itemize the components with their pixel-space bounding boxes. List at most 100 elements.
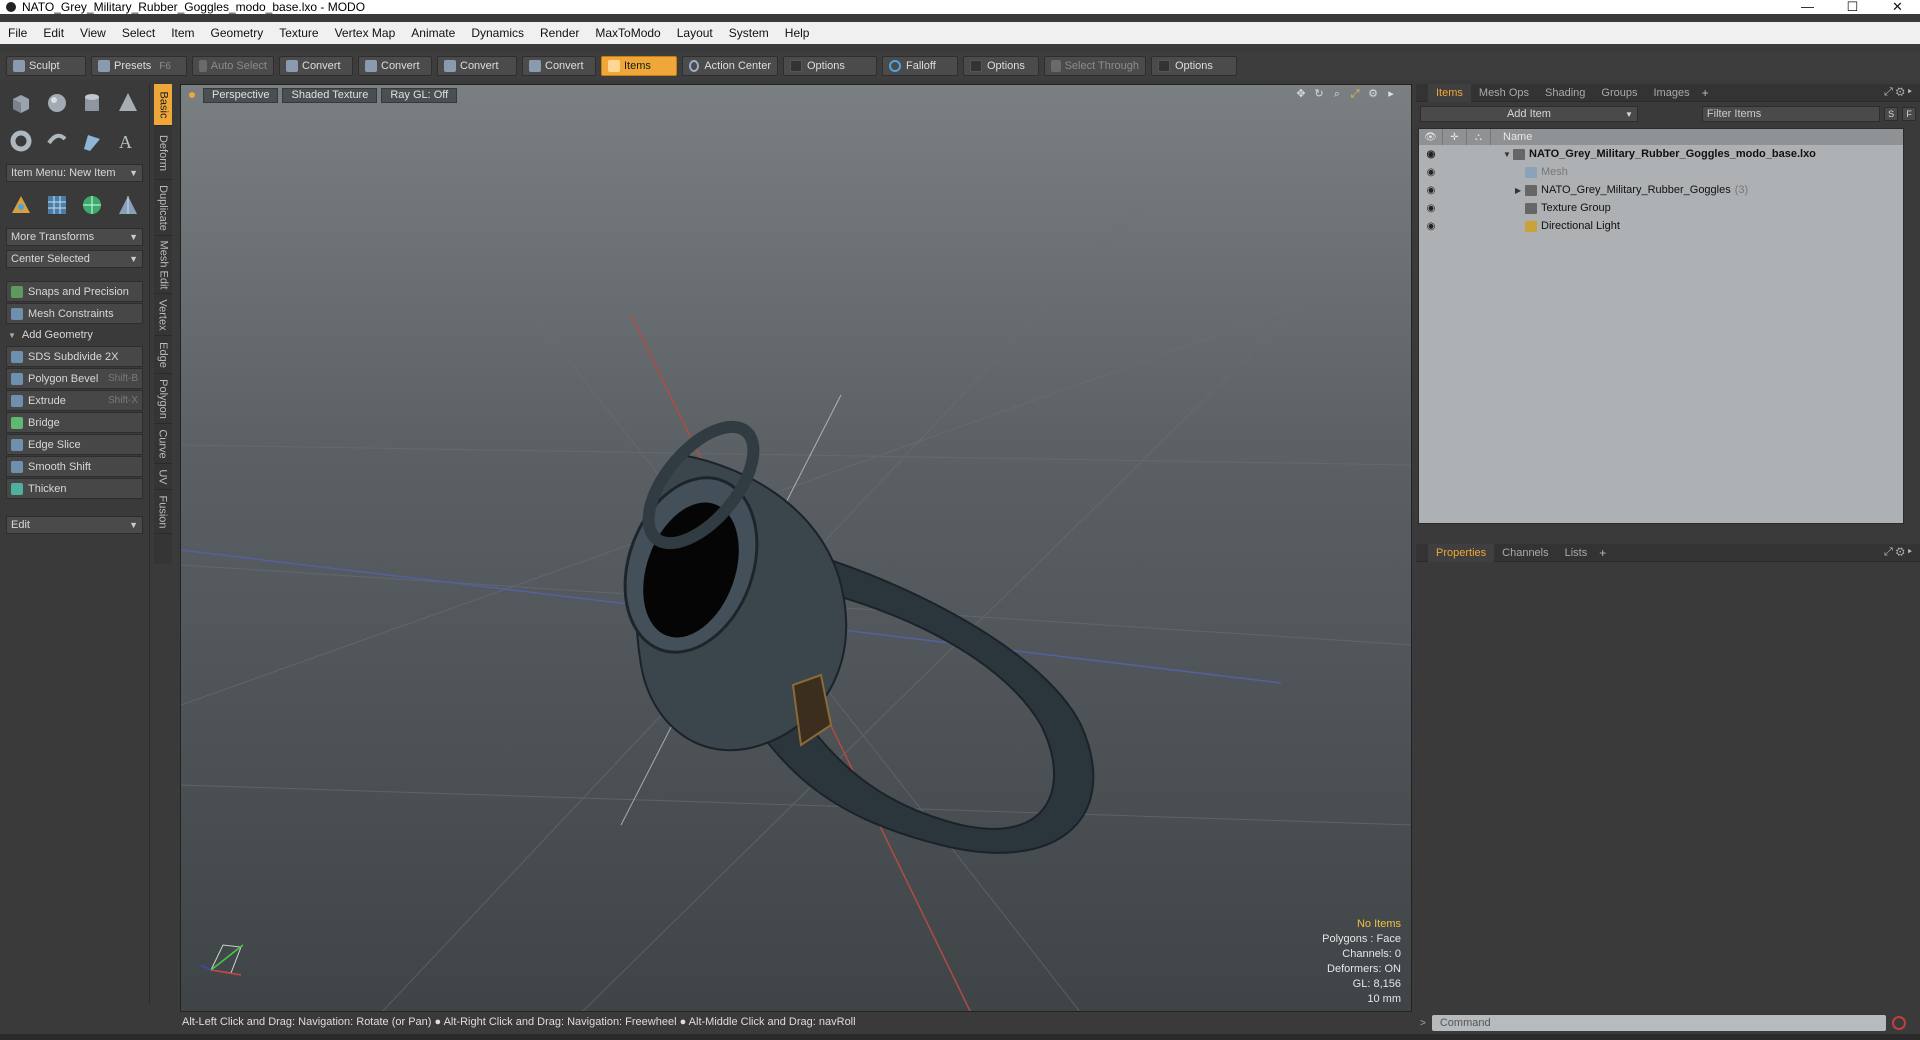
cylinder-icon[interactable] <box>78 88 108 118</box>
tab-deform[interactable]: Deform <box>154 126 172 180</box>
convert-button-1[interactable]: Convert <box>279 56 353 76</box>
gear-icon[interactable]: ⚙ <box>1367 88 1379 100</box>
shaded-texture-button[interactable]: Shaded Texture <box>282 87 378 103</box>
menu-maxtomodo[interactable]: MaxToModo <box>587 22 668 44</box>
tree-row-scene[interactable]: ◉ ▼ NATO_Grey_Military_Rubber_Goggles_mo… <box>1419 145 1903 163</box>
edit-dropdown[interactable]: Edit ▼ <box>6 516 143 534</box>
transform-icon[interactable] <box>6 190 36 220</box>
auto-select-button[interactable]: Auto Select <box>192 56 274 76</box>
capsule-icon[interactable] <box>42 126 72 156</box>
eye-icon[interactable]: ◉ <box>1419 221 1443 232</box>
fit-icon[interactable]: ⤢ <box>1349 88 1361 100</box>
tab-fusion[interactable]: Fusion <box>154 490 172 534</box>
action-center-options-button[interactable]: Options <box>783 56 877 76</box>
sphere-icon[interactable] <box>42 88 72 118</box>
minimize-button[interactable]: — <box>1785 0 1830 14</box>
eye-icon[interactable]: ◉ <box>1419 149 1443 160</box>
more-transforms-dropdown[interactable]: More Transforms ▼ <box>6 228 143 246</box>
perspective-button[interactable]: Perspective <box>203 87 279 103</box>
rotate-icon[interactable]: ↻ <box>1313 88 1325 100</box>
tab-groups[interactable]: Groups <box>1593 84 1645 102</box>
menu-layout[interactable]: Layout <box>669 22 721 44</box>
add-item-dropdown[interactable]: Add Item ▼ <box>1420 106 1638 122</box>
polygon-bevel-button[interactable]: Polygon Bevel Shift-B <box>6 368 143 389</box>
scene-canvas[interactable] <box>181 85 1412 1012</box>
item-list-scrollbar[interactable] <box>1418 524 1904 534</box>
tab-duplicate[interactable]: Duplicate <box>154 180 172 236</box>
add-tab-icon[interactable]: + <box>1702 86 1709 100</box>
maximize-button[interactable]: ☐ <box>1830 0 1875 14</box>
tab-channels[interactable]: Channels <box>1494 544 1556 562</box>
menu-select[interactable]: Select <box>114 22 163 44</box>
smooth-shift-button[interactable]: Smooth Shift <box>6 456 143 477</box>
add-tab-icon[interactable]: + <box>1599 546 1606 560</box>
menu-texture[interactable]: Texture <box>271 22 326 44</box>
tab-vertex[interactable]: Vertex <box>154 294 172 336</box>
tab-mesh-edit[interactable]: Mesh Edit <box>154 236 172 294</box>
falloff-options-button[interactable]: Options <box>963 56 1039 76</box>
tab-shading[interactable]: Shading <box>1537 84 1593 102</box>
convert-button-3[interactable]: Convert <box>437 56 517 76</box>
tab-mesh-ops[interactable]: Mesh Ops <box>1471 84 1537 102</box>
filter-f-button[interactable]: F <box>1902 107 1917 121</box>
tree-row-directional-light[interactable]: ◉ Directional Light <box>1419 217 1903 235</box>
panel-options-icon[interactable]: ⤢ ⚙ ▸ <box>1884 86 1912 99</box>
falloff-button[interactable]: Falloff <box>882 56 958 76</box>
raygl-button[interactable]: Ray GL: Off <box>381 87 458 103</box>
pan-icon[interactable]: ✥ <box>1295 88 1307 100</box>
add-geometry-section[interactable]: ▼ Add Geometry <box>6 326 143 344</box>
lock-column-icon[interactable]: ✛ <box>1443 129 1467 145</box>
filter-items-input[interactable]: Filter Items <box>1701 106 1881 122</box>
tab-items[interactable]: Items <box>1428 83 1471 102</box>
snaps-precision-button[interactable]: Snaps and Precision <box>6 281 143 302</box>
thicken-button[interactable]: Thicken <box>6 478 143 499</box>
tree-row-texture-group[interactable]: ◉ Texture Group <box>1419 199 1903 217</box>
eye-icon[interactable]: ◉ <box>1419 185 1443 196</box>
options-checkbox[interactable] <box>790 60 802 72</box>
render-column-icon[interactable]: ⛬ <box>1467 129 1491 145</box>
collapse-icon[interactable]: ▼ <box>1503 150 1513 159</box>
items-mode-button[interactable]: Items <box>601 56 677 76</box>
menu-help[interactable]: Help <box>777 22 818 44</box>
filter-s-button[interactable]: S <box>1884 107 1899 121</box>
viewport-menu-icon[interactable] <box>189 92 195 98</box>
edge-slice-button[interactable]: Edge Slice <box>6 434 143 455</box>
zoom-icon[interactable]: ⌕ <box>1331 88 1343 100</box>
menu-file[interactable]: File <box>0 22 35 44</box>
mesh-constraints-button[interactable]: Mesh Constraints <box>6 303 143 324</box>
presets-button[interactable]: Presets F6 <box>91 56 187 76</box>
center-selected-dropdown[interactable]: Center Selected ▼ <box>6 250 143 268</box>
record-icon[interactable] <box>1891 1016 1906 1030</box>
convert-button-2[interactable]: Convert <box>358 56 432 76</box>
select-through-options-button[interactable]: Options <box>1151 56 1237 76</box>
menu-system[interactable]: System <box>721 22 777 44</box>
options-checkbox[interactable] <box>970 60 982 72</box>
select-through-button[interactable]: Select Through <box>1044 56 1146 76</box>
menu-dynamics[interactable]: Dynamics <box>463 22 532 44</box>
extrude-button[interactable]: Extrude Shift-X <box>6 390 143 411</box>
tab-uv[interactable]: UV <box>154 464 172 490</box>
menu-geometry[interactable]: Geometry <box>203 22 272 44</box>
globe-icon[interactable] <box>78 190 108 220</box>
tab-curve[interactable]: Curve <box>154 424 172 464</box>
3d-viewport[interactable]: Perspective Shaded Texture Ray GL: Off ✥… <box>180 84 1412 1012</box>
menu-view[interactable]: View <box>72 22 114 44</box>
text-icon[interactable]: A <box>113 126 143 156</box>
sculpt-button[interactable]: Sculpt <box>6 56 86 76</box>
cube-icon[interactable] <box>6 88 36 118</box>
command-history-icon[interactable]: > <box>1420 1018 1426 1029</box>
tab-polygon[interactable]: Polygon <box>154 374 172 424</box>
torus-icon[interactable] <box>6 126 36 156</box>
eye-icon[interactable]: ◉ <box>1419 203 1443 214</box>
sds-subdivide-button[interactable]: SDS Subdivide 2X <box>6 346 143 367</box>
menu-animate[interactable]: Animate <box>403 22 463 44</box>
pyramid-icon[interactable] <box>113 190 143 220</box>
tab-images[interactable]: Images <box>1646 84 1698 102</box>
action-center-button[interactable]: Action Center <box>682 56 778 76</box>
visibility-column-icon[interactable]: 👁 <box>1419 129 1443 145</box>
expand-right-icon[interactable]: ▸ <box>1385 88 1397 100</box>
grid-icon[interactable] <box>42 190 72 220</box>
panel-options-icon[interactable]: ⤢ ⚙ ▸ <box>1884 546 1912 559</box>
tab-edge[interactable]: Edge <box>154 336 172 374</box>
menu-edit[interactable]: Edit <box>35 22 72 44</box>
